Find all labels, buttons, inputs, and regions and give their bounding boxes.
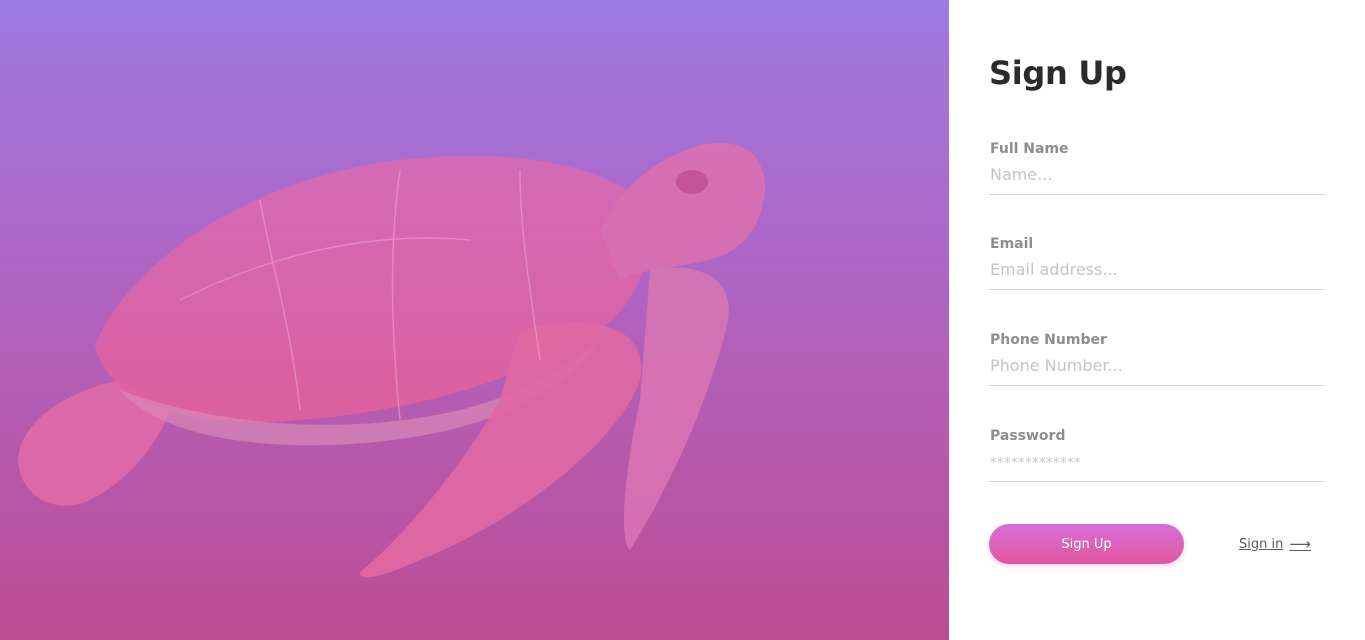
phone-input[interactable] bbox=[989, 354, 1325, 386]
turtle-illustration bbox=[18, 143, 765, 578]
phone-label: Phone Number bbox=[990, 332, 1107, 348]
password-label: Password bbox=[990, 428, 1066, 444]
full-name-label: Full Name bbox=[990, 141, 1069, 157]
page-title: Sign Up bbox=[989, 54, 1127, 92]
arrow-right-icon: ⟶ bbox=[1289, 535, 1311, 553]
email-input[interactable] bbox=[989, 258, 1325, 290]
sign-up-button[interactable]: Sign Up bbox=[989, 524, 1184, 564]
password-input[interactable] bbox=[989, 450, 1325, 482]
full-name-field: Full Name bbox=[989, 141, 1325, 195]
email-label: Email bbox=[990, 236, 1034, 252]
password-field: Password bbox=[989, 428, 1325, 482]
sign-in-link[interactable]: Sign in ⟶ bbox=[1239, 535, 1311, 553]
email-field: Email bbox=[989, 236, 1325, 290]
signup-page: Sign Up Full Name Email Phone Number Pas… bbox=[0, 0, 1365, 640]
signup-panel: Sign Up Full Name Email Phone Number Pas… bbox=[949, 0, 1365, 640]
sign-in-label: Sign in bbox=[1239, 536, 1284, 552]
hero-image-turtle bbox=[0, 0, 949, 640]
phone-field: Phone Number bbox=[989, 332, 1325, 386]
full-name-input[interactable] bbox=[989, 163, 1325, 195]
